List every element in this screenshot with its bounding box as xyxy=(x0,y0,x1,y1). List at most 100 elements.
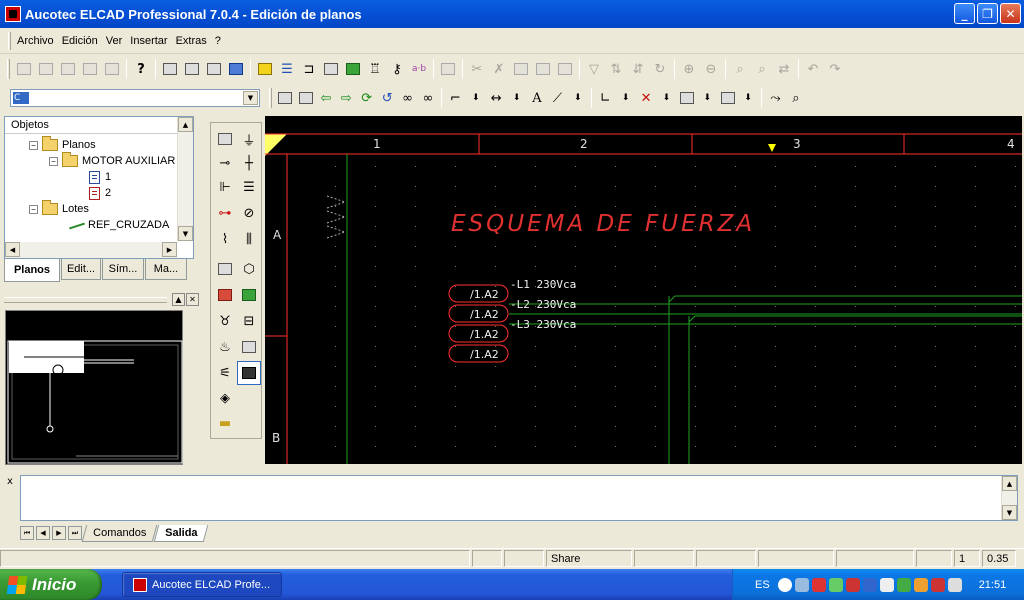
tray-app-icon[interactable] xyxy=(930,577,945,592)
delete-icon[interactable]: ✕ xyxy=(636,87,656,109)
collapse-icon[interactable]: − xyxy=(49,156,58,166)
edit-props-icon[interactable] xyxy=(554,58,576,80)
page-setup-icon[interactable] xyxy=(275,87,295,109)
prev-tab-icon[interactable]: ◀ xyxy=(36,526,50,540)
tree-item-lotes[interactable]: − Lotes xyxy=(29,200,89,217)
tray-volume-icon[interactable] xyxy=(879,577,894,592)
switch-icon[interactable]: ⌇ xyxy=(213,227,237,251)
transformer-icon[interactable] xyxy=(237,335,261,359)
last-tab-icon[interactable]: ⏭ xyxy=(68,526,82,540)
tree-item-planos[interactable]: − Planos xyxy=(29,136,96,153)
close-icon[interactable]: ✕ xyxy=(186,293,199,306)
filter-icon[interactable]: ▽ xyxy=(583,58,605,80)
find-next-icon[interactable]: ⌕ xyxy=(751,58,773,80)
dropdown-arrow-icon[interactable]: ⬇ xyxy=(656,87,676,109)
zoom-out-icon[interactable]: ⊖ xyxy=(700,58,722,80)
sort-asc-icon[interactable]: ⇅ xyxy=(605,58,627,80)
scroll-up-icon[interactable]: ▲ xyxy=(178,117,193,132)
tray-bluetooth-icon[interactable] xyxy=(862,577,877,592)
junction-icon[interactable]: ⊸ xyxy=(213,151,237,175)
line-tool-icon[interactable]: ⟋ xyxy=(547,87,567,109)
chart-view-icon[interactable] xyxy=(203,58,225,80)
cable-icon[interactable]: ☰ xyxy=(276,58,298,80)
minimize-button[interactable]: _ xyxy=(954,3,975,24)
menu-ver[interactable]: Ver xyxy=(103,35,126,47)
new-icon[interactable] xyxy=(13,58,35,80)
dropdown-arrow-icon[interactable]: ⬇ xyxy=(615,87,635,109)
sort-desc-icon[interactable]: ⇵ xyxy=(627,58,649,80)
title-block-icon[interactable] xyxy=(213,283,237,307)
tab-salida[interactable]: Salida xyxy=(153,524,209,542)
regenerate-icon[interactable]: ⟳ xyxy=(357,87,377,109)
collapse-icon[interactable]: − xyxy=(29,204,38,214)
open-icon[interactable] xyxy=(57,58,79,80)
dropdown-arrow-icon[interactable]: ⬇ xyxy=(506,87,526,109)
tab-macros[interactable]: Ma... xyxy=(145,259,187,280)
collapse-icon[interactable]: − xyxy=(29,140,38,150)
contact-icon[interactable]: ⊩ xyxy=(213,175,237,199)
redo-icon[interactable]: ↷ xyxy=(824,58,846,80)
restore-button[interactable]: ❐ xyxy=(977,3,998,24)
tray-app-icon[interactable] xyxy=(913,577,928,592)
close-button[interactable]: ✕ xyxy=(1000,3,1021,24)
dropdown-arrow-icon[interactable]: ⬇ xyxy=(466,87,486,109)
maximize-icon[interactable]: ▲ xyxy=(172,293,185,306)
gauge-icon[interactable]: ⊘ xyxy=(237,201,261,225)
find-icon[interactable]: ⌕ xyxy=(729,58,751,80)
connector-icon[interactable]: ⊐ xyxy=(298,58,320,80)
motor-icon[interactable]: ♉ xyxy=(213,309,237,333)
tree-item-page-1[interactable]: 1 xyxy=(89,169,111,185)
dropdown-arrow-icon[interactable]: ⬇ xyxy=(568,87,588,109)
objects-vscrollbar[interactable]: ▲ ▼ xyxy=(177,117,193,241)
connector-bar-icon[interactable]: ▬ xyxy=(213,411,237,435)
tab-simbolos[interactable]: Sím... xyxy=(102,259,144,280)
scroll-down-icon[interactable]: ▼ xyxy=(1002,505,1017,520)
drawing-canvas[interactable]: 1 2 3 4 A B ESQUEMA DE FUERZA /1.A2 /1.A… xyxy=(265,116,1022,464)
snap-icon[interactable]: ∟ xyxy=(595,87,615,109)
first-tab-icon[interactable]: ⏮ xyxy=(20,526,34,540)
properties-icon[interactable] xyxy=(101,58,123,80)
plug-icon[interactable]: ♖ xyxy=(364,58,386,80)
fuse-icon[interactable]: ⊟ xyxy=(237,309,261,333)
tree-item-motor-auxiliar[interactable]: − MOTOR AUXILIAR xyxy=(49,152,175,169)
checklist-icon[interactable] xyxy=(237,283,261,307)
component-icon[interactable]: ⬡ xyxy=(237,257,261,281)
paste-icon[interactable] xyxy=(717,87,737,109)
overview-preview[interactable] xyxy=(5,310,183,465)
terminal-strip-icon[interactable] xyxy=(213,257,237,281)
copy-icon[interactable] xyxy=(677,87,697,109)
undo-icon[interactable]: ↶ xyxy=(802,58,824,80)
dropdown-arrow-icon[interactable]: ⬇ xyxy=(697,87,717,109)
menu-edicion[interactable]: Edición xyxy=(59,35,101,47)
rotate-icon[interactable]: ↺ xyxy=(377,87,397,109)
heater-icon[interactable]: ♨ xyxy=(213,335,237,359)
close-icon[interactable]: x xyxy=(4,476,16,488)
glasses-alt-icon[interactable]: ∞ xyxy=(418,87,438,109)
copy-props-icon[interactable] xyxy=(532,58,554,80)
print-preview-icon[interactable] xyxy=(295,87,315,109)
resistor-icon[interactable]: ⚟ xyxy=(213,361,237,385)
text-replace-icon[interactable]: a·b xyxy=(408,58,430,80)
save-icon[interactable] xyxy=(79,58,101,80)
start-button[interactable]: Inicio xyxy=(0,569,102,600)
tray-app-icon[interactable] xyxy=(896,577,911,592)
key-icon[interactable]: ⚷ xyxy=(386,58,408,80)
scroll-down-icon[interactable]: ▼ xyxy=(178,226,193,241)
menu-help[interactable]: ? xyxy=(212,35,224,47)
help-icon[interactable]: ? xyxy=(130,58,152,80)
terminal-icon[interactable] xyxy=(320,58,342,80)
refresh-list-icon[interactable]: ↻ xyxy=(649,58,671,80)
tab-edit[interactable]: Edit... xyxy=(61,259,101,280)
list-view-icon[interactable] xyxy=(225,58,247,80)
prev-page-icon[interactable]: ⇦ xyxy=(316,87,336,109)
scroll-right-icon[interactable]: ▶ xyxy=(162,242,177,257)
language-indicator[interactable]: ES xyxy=(755,579,770,591)
group-icon[interactable] xyxy=(510,58,532,80)
tray-back-icon[interactable] xyxy=(777,577,792,592)
window-icon[interactable] xyxy=(159,58,181,80)
dropdown-arrow-icon[interactable]: ⬇ xyxy=(738,87,758,109)
tray-update-icon[interactable] xyxy=(828,577,843,592)
layers-icon[interactable] xyxy=(254,58,276,80)
busbar-icon[interactable]: ☰ xyxy=(237,175,261,199)
crossing-icon[interactable]: ┼ xyxy=(237,151,261,175)
